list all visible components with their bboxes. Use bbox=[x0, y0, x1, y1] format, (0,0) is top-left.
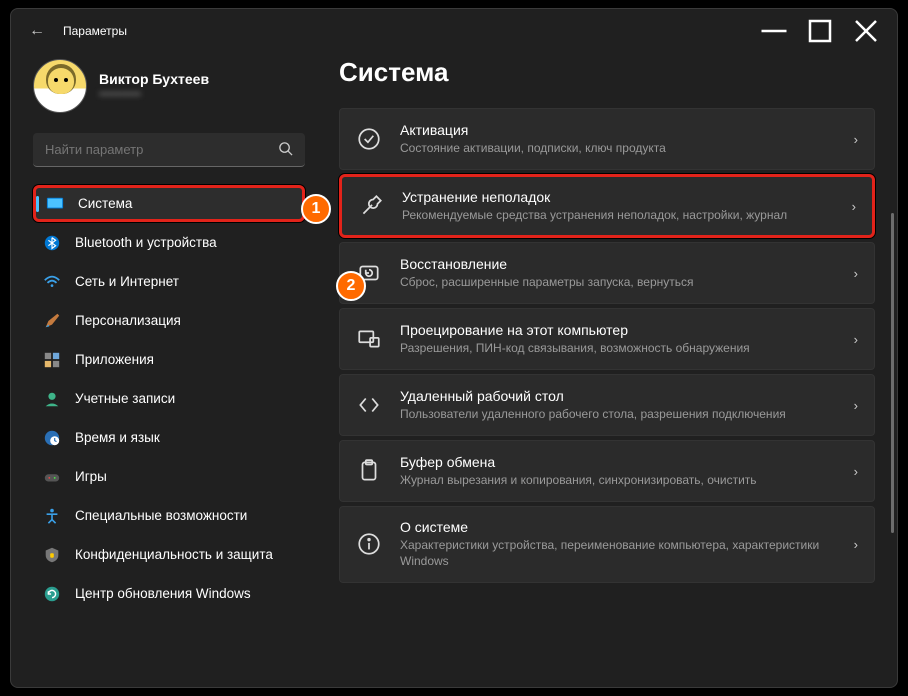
annotation-badge-2: 2 bbox=[336, 271, 366, 301]
remote-desktop-icon bbox=[356, 392, 382, 418]
card-clipboard[interactable]: Буфер обмена Журнал вырезания и копирова… bbox=[339, 440, 875, 502]
clipboard-icon bbox=[356, 458, 382, 484]
sidebar-item-label: Время и язык bbox=[75, 430, 160, 445]
cards-list: Активация Состояние активации, подписки,… bbox=[339, 108, 875, 583]
apps-icon bbox=[43, 351, 61, 369]
search-input[interactable] bbox=[33, 133, 305, 167]
brush-icon bbox=[43, 312, 61, 330]
back-button[interactable]: ← bbox=[25, 22, 49, 40]
annotation-badge-1: 1 bbox=[301, 194, 331, 224]
person-icon bbox=[43, 390, 61, 408]
card-title: Активация bbox=[400, 122, 836, 138]
wrench-icon bbox=[358, 193, 384, 219]
window-title: Параметры bbox=[63, 24, 127, 38]
sidebar-item-personalization[interactable]: Персонализация bbox=[33, 302, 305, 339]
sidebar-item-label: Персонализация bbox=[75, 313, 181, 328]
projecting-icon bbox=[356, 326, 382, 352]
user-block[interactable]: Виктор Бухтеев •••••••••• bbox=[33, 59, 305, 113]
user-subtitle: •••••••••• bbox=[99, 87, 209, 101]
user-name: Виктор Бухтеев bbox=[99, 71, 209, 87]
card-subtitle: Разрешения, ПИН-код связывания, возможно… bbox=[400, 340, 836, 356]
avatar bbox=[33, 59, 87, 113]
chevron-right-icon: › bbox=[854, 464, 858, 479]
sidebar-item-label: Центр обновления Windows bbox=[75, 586, 251, 601]
card-title: Буфер обмена bbox=[400, 454, 836, 470]
system-icon bbox=[46, 195, 64, 213]
card-title: О системе bbox=[400, 519, 836, 535]
sidebar-item-label: Учетные записи bbox=[75, 391, 175, 406]
info-icon bbox=[356, 531, 382, 557]
sidebar-item-accessibility[interactable]: Специальные возможности bbox=[33, 497, 305, 534]
window-controls bbox=[751, 16, 889, 46]
titlebar: ← Параметры bbox=[11, 9, 897, 53]
settings-window: ← Параметры Виктор Бухтеев •••••••••• bbox=[10, 8, 898, 688]
sidebar-item-network[interactable]: Сеть и Интернет bbox=[33, 263, 305, 300]
sidebar-item-label: Игры bbox=[75, 469, 107, 484]
chevron-right-icon: › bbox=[854, 132, 858, 147]
sidebar-item-accounts[interactable]: Учетные записи bbox=[33, 380, 305, 417]
minimize-button[interactable] bbox=[751, 16, 797, 46]
bluetooth-icon bbox=[43, 234, 61, 252]
card-activation[interactable]: Активация Состояние активации, подписки,… bbox=[339, 108, 875, 170]
sidebar-item-privacy[interactable]: Конфиденциальность и защита bbox=[33, 536, 305, 573]
shield-icon bbox=[43, 546, 61, 564]
page-title: Система bbox=[339, 57, 875, 88]
card-projecting[interactable]: Проецирование на этот компьютер Разрешен… bbox=[339, 308, 875, 370]
gamepad-icon bbox=[43, 468, 61, 486]
card-subtitle: Характеристики устройства, переименовани… bbox=[400, 537, 836, 569]
check-circle-icon bbox=[356, 126, 382, 152]
card-subtitle: Сброс, расширенные параметры запуска, ве… bbox=[400, 274, 836, 290]
card-subtitle: Журнал вырезания и копирования, синхрони… bbox=[400, 472, 836, 488]
sidebar: Виктор Бухтеев •••••••••• Система Blueto… bbox=[11, 53, 321, 687]
main-panel: Система Активация Состояние активации, п… bbox=[321, 53, 897, 687]
card-title: Устранение неполадок bbox=[402, 189, 834, 205]
card-about[interactable]: О системе Характеристики устройства, пер… bbox=[339, 506, 875, 582]
chevron-right-icon: › bbox=[852, 199, 856, 214]
accessibility-icon bbox=[43, 507, 61, 525]
sidebar-item-gaming[interactable]: Игры bbox=[33, 458, 305, 495]
sidebar-item-label: Специальные возможности bbox=[75, 508, 247, 523]
card-remote-desktop[interactable]: Удаленный рабочий стол Пользователи удал… bbox=[339, 374, 875, 436]
card-title: Восстановление bbox=[400, 256, 836, 272]
card-title: Проецирование на этот компьютер bbox=[400, 322, 836, 338]
sidebar-item-label: Приложения bbox=[75, 352, 154, 367]
card-subtitle: Рекомендуемые средства устранения непола… bbox=[402, 207, 834, 223]
search-wrap bbox=[33, 133, 305, 167]
sidebar-item-label: Сеть и Интернет bbox=[75, 274, 179, 289]
update-icon bbox=[43, 585, 61, 603]
sidebar-item-label: Bluetooth и устройства bbox=[75, 235, 217, 250]
chevron-right-icon: › bbox=[854, 332, 858, 347]
sidebar-item-bluetooth[interactable]: Bluetooth и устройства bbox=[33, 224, 305, 261]
maximize-button[interactable] bbox=[797, 16, 843, 46]
card-recovery[interactable]: Восстановление Сброс, расширенные параме… bbox=[339, 242, 875, 304]
card-subtitle: Пользователи удаленного рабочего стола, … bbox=[400, 406, 836, 422]
sidebar-item-system[interactable]: Система bbox=[33, 185, 305, 222]
sidebar-item-windows-update[interactable]: Центр обновления Windows bbox=[33, 575, 305, 612]
nav: Система Bluetooth и устройства Сеть и Ин… bbox=[33, 185, 305, 612]
scrollbar[interactable] bbox=[891, 213, 894, 533]
sidebar-item-apps[interactable]: Приложения bbox=[33, 341, 305, 378]
card-subtitle: Состояние активации, подписки, ключ прод… bbox=[400, 140, 836, 156]
card-troubleshoot[interactable]: Устранение неполадок Рекомендуемые средс… bbox=[339, 174, 875, 238]
chevron-right-icon: › bbox=[854, 398, 858, 413]
search-icon bbox=[278, 141, 293, 160]
card-title: Удаленный рабочий стол bbox=[400, 388, 836, 404]
close-button[interactable] bbox=[843, 16, 889, 46]
globe-clock-icon bbox=[43, 429, 61, 447]
chevron-right-icon: › bbox=[854, 537, 858, 552]
wifi-icon bbox=[43, 273, 61, 291]
sidebar-item-time-language[interactable]: Время и язык bbox=[33, 419, 305, 456]
chevron-right-icon: › bbox=[854, 266, 858, 281]
sidebar-item-label: Конфиденциальность и защита bbox=[75, 547, 273, 562]
sidebar-item-label: Система bbox=[78, 196, 132, 211]
